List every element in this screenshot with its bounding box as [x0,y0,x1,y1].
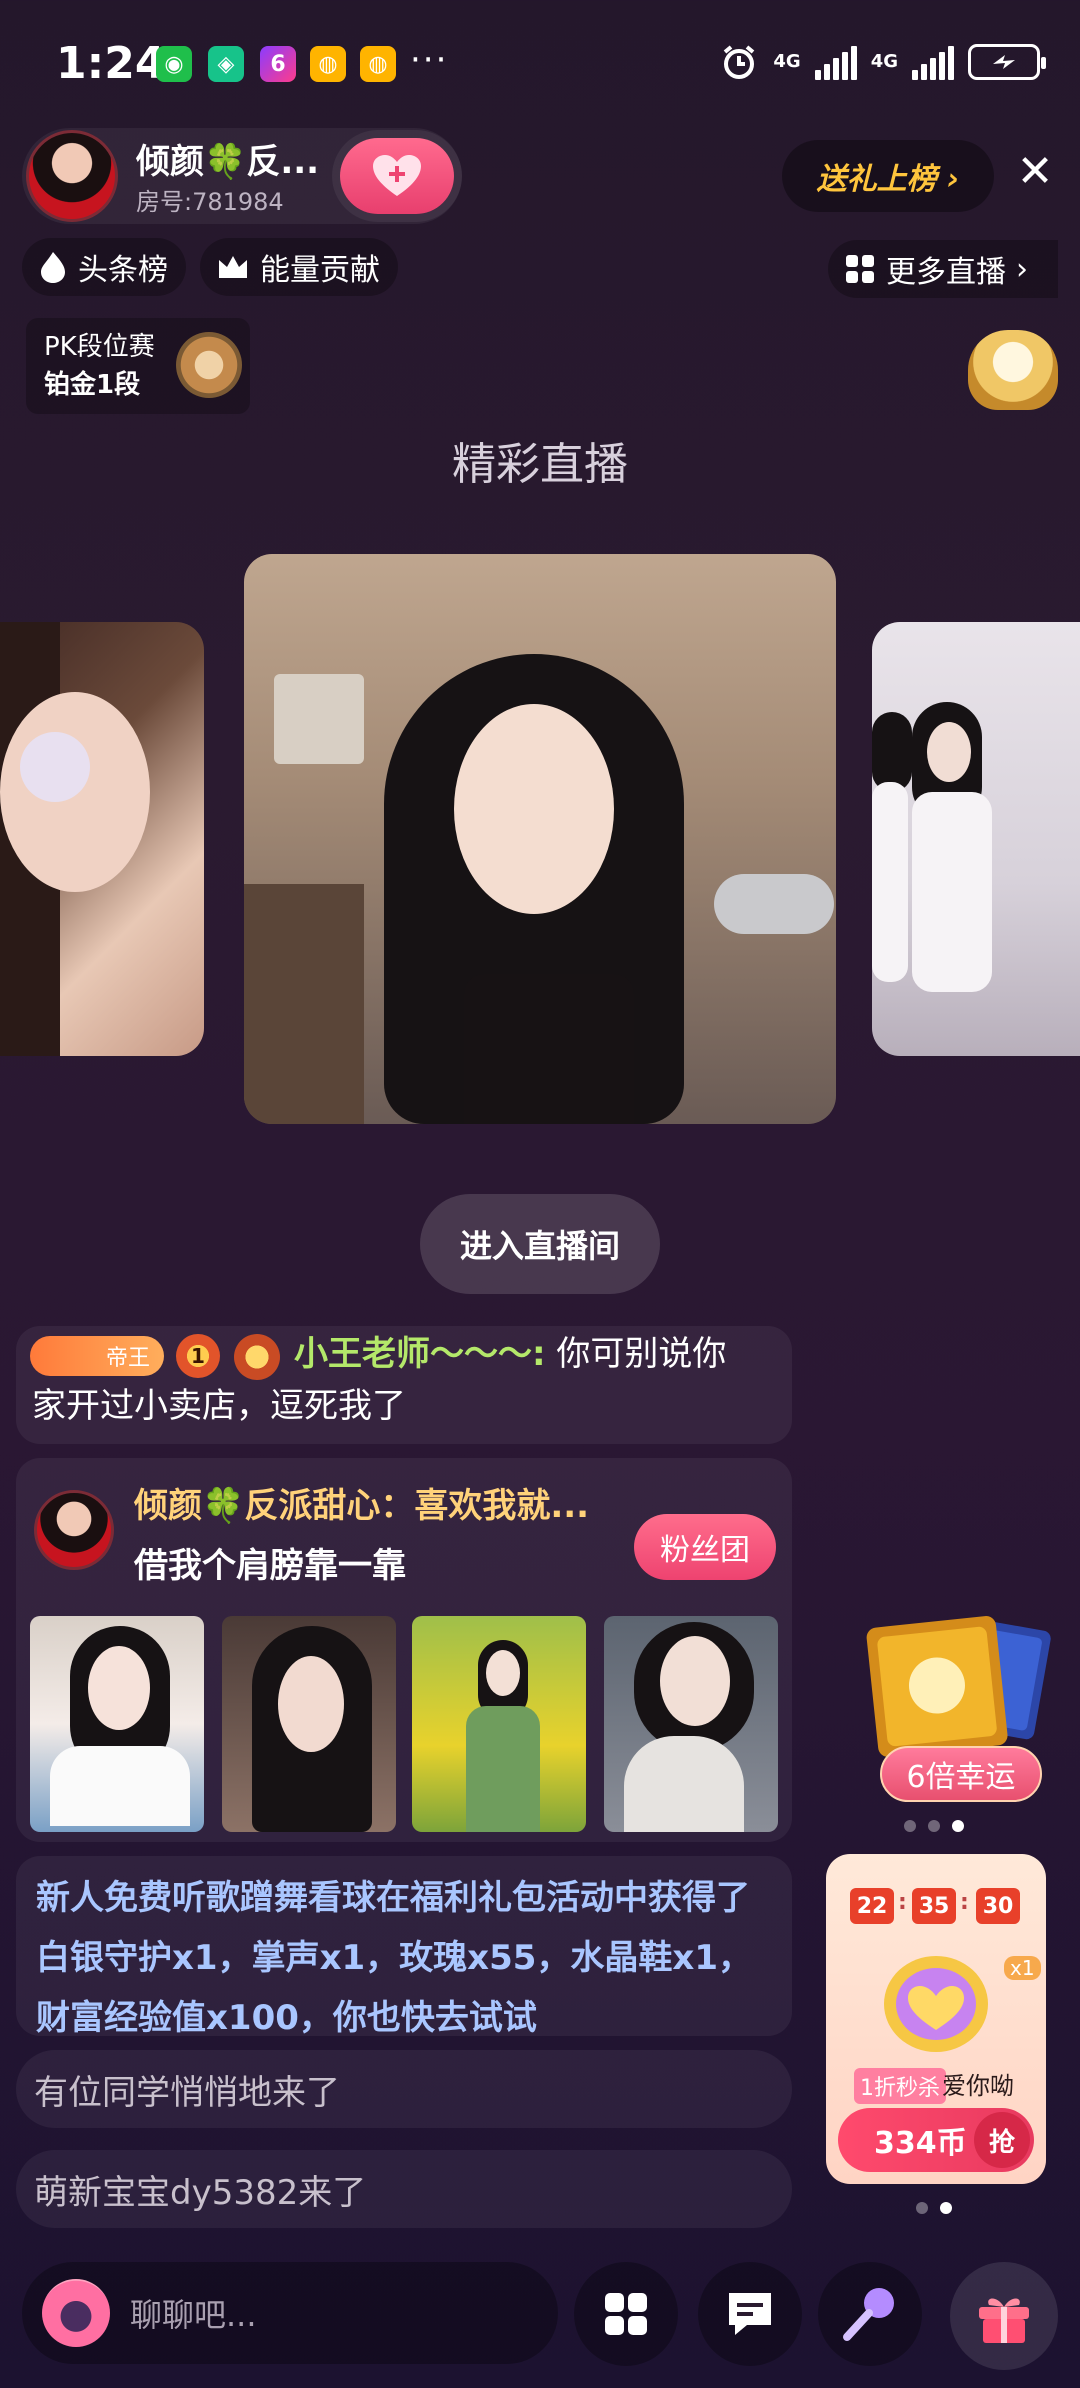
more-live-label: 更多直播 [886,255,1006,290]
gift-button[interactable] [950,2262,1058,2370]
timer-hours: 22 [850,1888,894,1924]
close-button[interactable]: ✕ [1010,146,1060,197]
user-level-badge: 1 [176,1334,220,1378]
flame-icon [41,252,65,283]
fan-card-subtitle: 借我个肩膀靠一靠 [134,1546,406,1586]
more-live-button[interactable]: 更多直播 › [828,240,1058,298]
signal-icon-1 [814,44,857,80]
wechat-icon: ◉ [156,46,192,82]
pk-rank-badge-icon [176,332,242,398]
alarm-icon [724,45,755,79]
crown-icon [219,256,247,278]
join-message-text: 有位同学悄悄地来了 [34,2072,340,2113]
weibo-icon-2: ◍ [360,46,396,82]
headline-rank-tab[interactable]: 头条榜 [22,238,186,296]
lucky-multiplier-badge[interactable]: 6倍幸运 [880,1746,1042,1802]
weibo-icon: ◍ [310,46,346,82]
fan-club-button[interactable]: 粉丝团 [634,1514,776,1580]
live-card-current[interactable] [244,554,836,1124]
robot-assistant-icon[interactable] [42,2279,110,2347]
photo-thumbnail[interactable] [412,1616,586,1832]
chat-input-placeholder[interactable]: 聊聊吧... [130,2290,257,2336]
emperor-badge: 帝王 [30,1336,164,1376]
status-indicators: 4G 4G [719,42,1046,82]
more-notifications: ··· [410,40,449,80]
section-title: 精彩直播 [452,439,628,490]
flash-sale-tag: 1折秒杀 [854,2068,946,2104]
emperor-badge-label: 帝王 [105,1346,150,1371]
signal-icon-2 [912,44,954,80]
chat-message-line1: 小王老师～～～: 你可别说你 [294,1328,726,1380]
battery-charging-icon [968,44,1046,80]
flash-gift-name: 爱你呦 [942,2072,1014,2100]
grid-icon [846,255,874,283]
live-card-next[interactable] [872,622,1080,1056]
lucky-gift-icon[interactable] [852,1616,1052,1766]
medal-icon [234,1334,280,1380]
energy-contribution-label: 能量贡献 [260,253,380,288]
photo-thumbnail[interactable] [604,1616,778,1832]
chevron-right-icon: › [1016,251,1028,287]
chat-username[interactable]: 小王老师～～～: [294,1334,546,1374]
grab-button[interactable]: 抢 [974,2112,1030,2168]
karaoke-button[interactable] [818,2262,922,2366]
host-avatar[interactable] [26,130,118,222]
status-time: 1:24 [56,38,166,89]
grid-menu-icon [605,2293,647,2335]
plus-heart-icon [373,155,421,196]
enter-live-room-button[interactable]: 进入直播间 [420,1194,660,1294]
system-message-text: 新人免费听歌蹭舞看球在福利礼包活动中获得了白银守护x1，掌声x1，玫瑰x55，水… [36,1878,753,2038]
gift-box-icon [979,2298,1029,2343]
fan-card-avatar[interactable] [34,1490,114,1570]
headline-rank-label: 头条榜 [78,253,168,288]
chat-text: 你可别说你 [545,1334,727,1374]
pk-title: PK段位赛 [44,332,155,362]
app-notification-icon: ◈ [208,46,244,82]
danmaku-button[interactable] [698,2262,802,2366]
microphone-icon [843,2288,894,2341]
gift-rank-button[interactable]: 送礼上榜 › [782,140,994,212]
chat-message-line2: 家开过小卖店，逗死我了 [32,1386,406,1426]
join-message-text: 萌新宝宝dy5382来了 [34,2172,367,2213]
timer-colon: : [960,1890,969,1915]
photo-thumbnail[interactable] [222,1616,396,1832]
love-you-gift-icon [884,1956,988,2052]
flash-pager-dots [916,2202,952,2214]
room-number: 房号:781984 [136,188,284,216]
host-name: 倾颜🍀反... [136,142,320,182]
flash-multiplier: x1 [1004,1956,1041,1980]
more-features-button[interactable] [574,2262,678,2366]
energy-contribution-tab[interactable]: 能量贡献 [200,238,398,296]
join-message: 萌新宝宝dy5382来了 [16,2150,792,2228]
join-message: 有位同学悄悄地来了 [16,2050,792,2128]
follow-button[interactable] [340,138,454,214]
flash-buy-button[interactable]: 334币 抢 [838,2108,1034,2172]
timer-colon: : [898,1890,907,1915]
timer-minutes: 35 [912,1888,956,1924]
live-card-prev[interactable] [0,622,204,1056]
lucky-pager-dots [904,1820,964,1832]
photo-thumbnail[interactable] [30,1616,204,1832]
chat-input-bar[interactable]: 聊聊吧... [22,2262,558,2364]
douyu-icon: 6 [260,46,296,82]
timer-seconds: 30 [976,1888,1020,1924]
network-type-1: 4G [773,51,801,72]
chat-bubble-icon [729,2293,771,2335]
network-type-2: 4G [870,51,898,72]
flash-price: 334币 [874,2126,967,2161]
pk-rank: 铂金1段 [44,370,141,400]
lion-mascot-icon[interactable] [968,330,1058,410]
fan-card-title: 倾颜🍀反派甜心：喜欢我就... [134,1486,590,1526]
